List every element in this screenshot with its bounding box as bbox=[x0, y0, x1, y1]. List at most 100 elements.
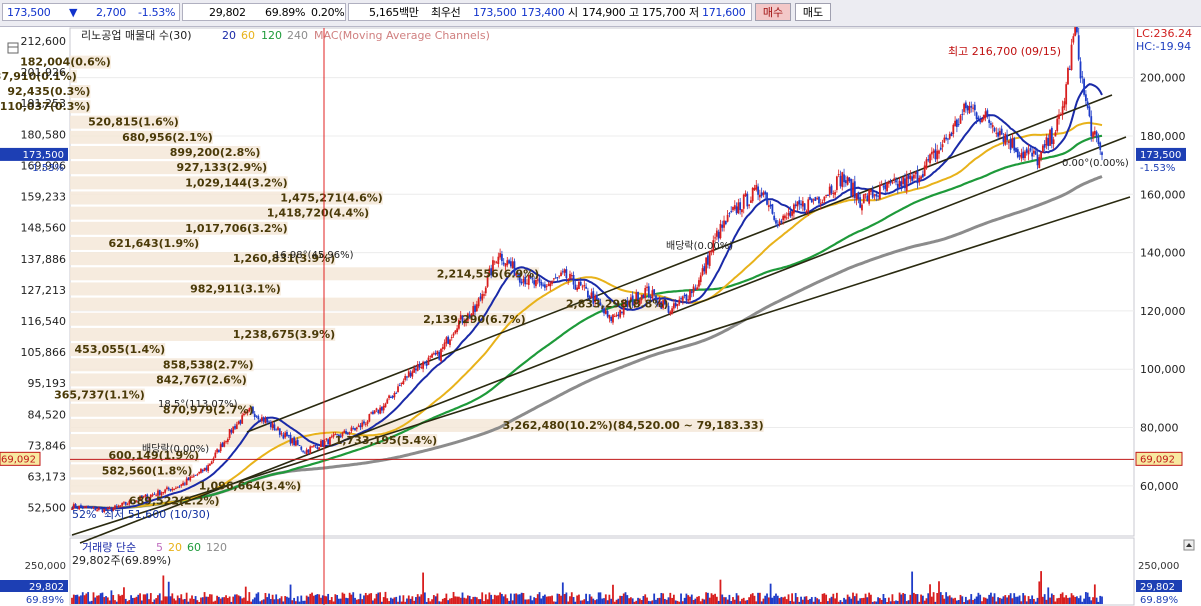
candle-body bbox=[708, 251, 711, 266]
candle-body bbox=[1101, 152, 1103, 155]
candle-body bbox=[821, 202, 824, 204]
volume-profile-label: 3,262,480(10.2%)(84,520.00 ~ 79,183.33) bbox=[503, 419, 764, 432]
volume-bar bbox=[538, 592, 541, 604]
volume-bar bbox=[1004, 595, 1007, 604]
volume-bar bbox=[425, 601, 428, 604]
volume-bar bbox=[784, 596, 786, 604]
candle-body bbox=[647, 286, 650, 298]
volume-bar bbox=[234, 594, 236, 604]
candle-body bbox=[959, 115, 962, 124]
volume-bar bbox=[554, 601, 557, 604]
volume-subtitle: 29,802주(69.89%) bbox=[72, 554, 171, 567]
volume-bar bbox=[862, 597, 865, 604]
volume-bar bbox=[1022, 593, 1025, 604]
volume-bar bbox=[329, 600, 331, 604]
volume-bar bbox=[812, 601, 815, 604]
candle-body bbox=[502, 262, 505, 265]
candle-body bbox=[259, 420, 261, 422]
candle-body bbox=[182, 482, 184, 486]
volume-bar bbox=[701, 598, 704, 604]
candle-body bbox=[554, 277, 557, 279]
candle-body bbox=[998, 130, 1001, 136]
volume-bar bbox=[1095, 597, 1098, 604]
volume-bar bbox=[413, 600, 416, 604]
volume-bar bbox=[828, 598, 831, 604]
candle-body bbox=[214, 452, 217, 458]
candle-body bbox=[239, 420, 242, 424]
angle-annotation-3: 0.00°(0.00%) bbox=[1062, 158, 1129, 169]
candle-body bbox=[438, 352, 441, 360]
current-change-left: -1.53% bbox=[29, 163, 64, 174]
candle-body bbox=[801, 201, 804, 207]
buy-button[interactable]: 매수 bbox=[755, 3, 791, 21]
candle-body bbox=[302, 450, 304, 452]
candle-body bbox=[1095, 131, 1098, 138]
candle-body bbox=[434, 352, 437, 355]
candle-body bbox=[533, 280, 536, 285]
lc-label: LC:236.24 bbox=[1136, 27, 1192, 40]
volume-bar bbox=[327, 593, 330, 604]
volume-bar bbox=[250, 601, 253, 604]
volume-bar bbox=[416, 594, 419, 604]
candle-body bbox=[963, 103, 965, 112]
volume-bar bbox=[1009, 593, 1012, 604]
volume-bar bbox=[995, 601, 998, 604]
volume-bar bbox=[223, 597, 226, 604]
volume-bar bbox=[291, 600, 294, 604]
volume-bar bbox=[961, 596, 964, 604]
current-change-right: -1.53% bbox=[1140, 163, 1175, 174]
candle-body bbox=[723, 220, 725, 228]
ref-price-right: 69,092 bbox=[1140, 454, 1175, 465]
volume-bar bbox=[477, 599, 480, 604]
current-price: 173,500 bbox=[7, 6, 51, 19]
right-tick-label: 60,000 bbox=[1140, 480, 1179, 493]
volume-bar bbox=[531, 600, 534, 604]
volume-bar bbox=[886, 601, 888, 604]
volume-bar bbox=[189, 598, 192, 604]
candle-body bbox=[810, 198, 813, 203]
candle-body bbox=[230, 429, 233, 433]
volume-bar bbox=[461, 592, 464, 604]
volume-bar bbox=[973, 598, 976, 604]
volume-bar bbox=[767, 597, 770, 604]
volume-bar bbox=[644, 594, 647, 604]
volume-bar bbox=[488, 592, 491, 604]
candle-body bbox=[481, 294, 484, 301]
volume-bar bbox=[914, 594, 917, 604]
candle-body bbox=[284, 432, 287, 438]
volume-bar bbox=[556, 593, 559, 604]
volume-bar bbox=[282, 601, 285, 604]
volume-bar bbox=[830, 596, 833, 604]
volume-profile-label: 1,096,664(3.4%) bbox=[199, 480, 302, 493]
candle-body bbox=[99, 508, 102, 510]
volume-bar bbox=[366, 595, 369, 604]
candle-body bbox=[1070, 44, 1073, 70]
candle-body bbox=[164, 489, 167, 493]
candle-body bbox=[932, 150, 935, 153]
candle-body bbox=[357, 425, 360, 427]
right-tick-label: 140,000 bbox=[1140, 247, 1186, 260]
candle-body bbox=[1050, 127, 1053, 144]
volume-bar bbox=[753, 595, 756, 604]
volume-bar bbox=[646, 597, 648, 604]
volume-bar bbox=[520, 592, 523, 604]
volume-bar bbox=[470, 599, 473, 604]
volume-bar bbox=[338, 598, 340, 604]
candle-body bbox=[411, 371, 414, 377]
volume-bar bbox=[83, 595, 86, 604]
volume-bar bbox=[1067, 597, 1069, 604]
volume-bar bbox=[748, 597, 751, 604]
volume-bar bbox=[454, 596, 457, 604]
volume-bar bbox=[411, 596, 414, 604]
volume-bar bbox=[334, 594, 337, 604]
candle-body bbox=[257, 416, 260, 420]
volume-bar bbox=[941, 595, 944, 604]
candle-body bbox=[741, 209, 743, 213]
volume-bar bbox=[617, 598, 620, 604]
candle-body bbox=[905, 176, 908, 191]
volume-bar bbox=[705, 592, 708, 604]
candle-body bbox=[576, 287, 579, 291]
candle-body bbox=[841, 172, 844, 187]
sell-button[interactable]: 매도 bbox=[795, 3, 831, 21]
price-chart[interactable]: 182,004(0.6%)37,910(0.1%)92,435(0.3%)110… bbox=[0, 27, 1201, 606]
